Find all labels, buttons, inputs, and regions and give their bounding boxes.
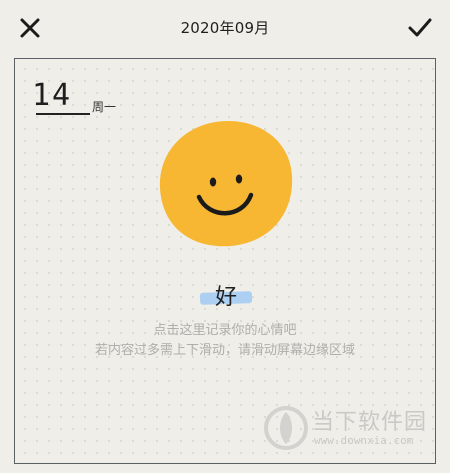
hint-text-scroll: 若内容过多需上下滑动，请滑动屏幕边缘区域 [94,343,355,358]
watermark-name: 当下软件园 [312,410,428,435]
top-bar: 2020年09月 [0,0,450,56]
entry-day: 14 [32,78,73,113]
entry-weekday: 周一 [92,100,117,114]
mood-face[interactable] [157,118,295,248]
smiley-face-icon [159,120,293,247]
page-title: 2020年09月 [180,19,270,37]
mood-label[interactable]: 好 [200,279,252,311]
check-icon [408,18,432,37]
watermark-logo-icon [264,406,308,450]
day-underline [36,113,90,115]
watermark-url: www.downxia.com [314,434,414,447]
confirm-button[interactable] [404,12,436,44]
hint-text-record[interactable]: 点击这里记录你的心情吧 [0,319,450,338]
